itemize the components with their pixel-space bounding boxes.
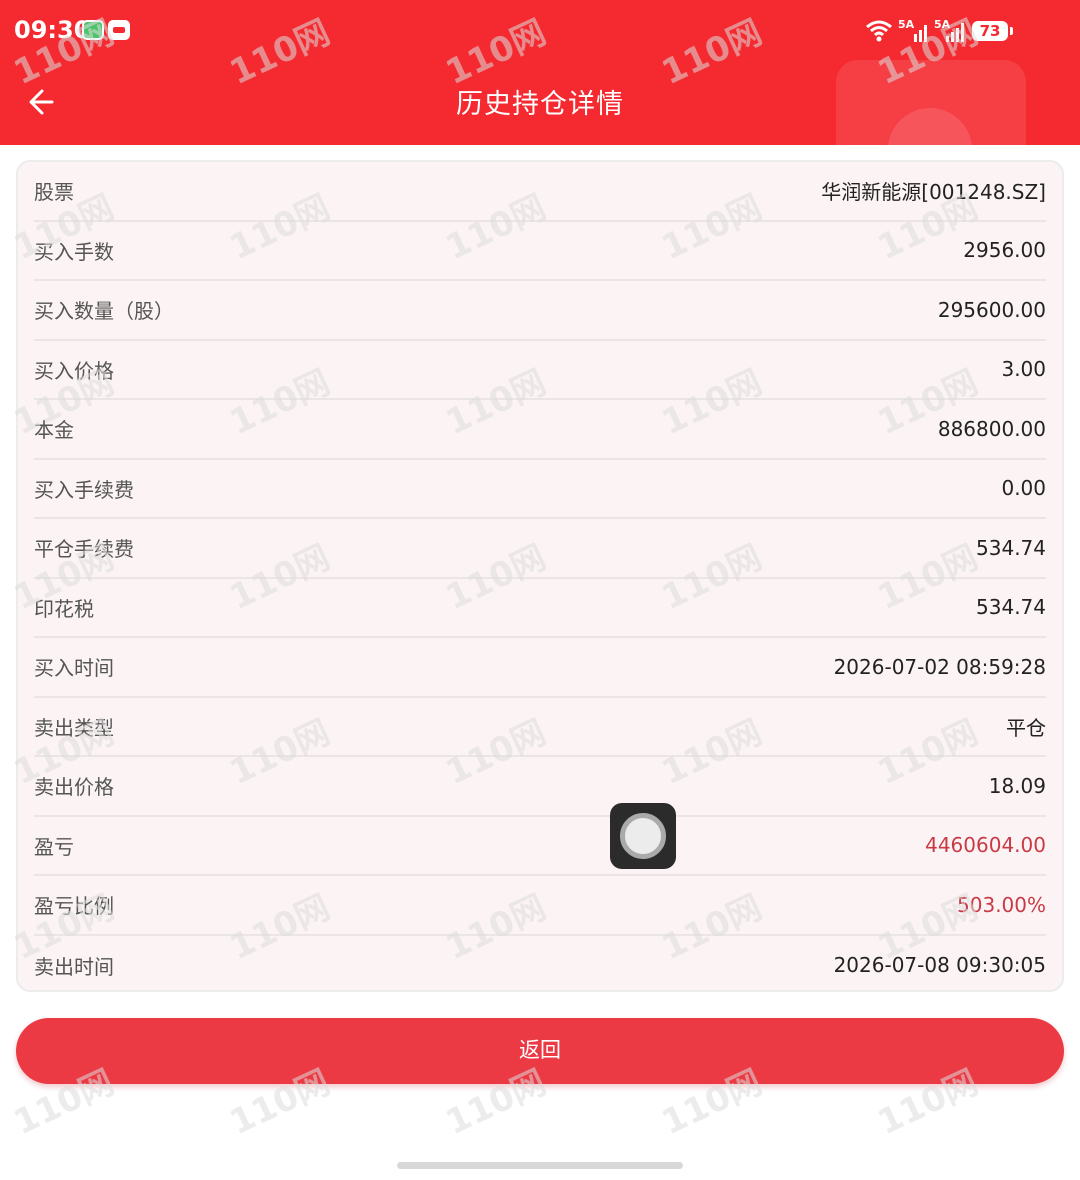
status-bar: 09:30 5A 5A 73 <box>0 0 1080 60</box>
position-detail-card: 股票 华润新能源[001248.SZ] 买入手数 2956.00 买入数量（股）… <box>16 160 1064 992</box>
row-value: 平仓 <box>1006 715 1046 740</box>
row-value: 534.74 <box>976 535 1046 560</box>
row-label: 卖出时间 <box>34 954 114 979</box>
row-label: 盈亏 <box>34 834 74 859</box>
row-value: 18.09 <box>988 773 1046 798</box>
page-title: 历史持仓详情 <box>456 89 624 120</box>
row-label: 卖出价格 <box>34 775 114 800</box>
row-value: 2026-07-02 08:59:28 <box>833 654 1046 679</box>
detail-row-buy-time: 买入时间 2026-07-02 08:59:28 <box>34 638 1046 698</box>
row-value: 华润新能源[001248.SZ] <box>821 180 1046 205</box>
row-label: 平仓手续费 <box>34 537 134 562</box>
row-label: 本金 <box>34 418 74 443</box>
detail-row-profit-loss-ratio: 盈亏比例 503.00% <box>34 876 1046 936</box>
detail-row-buy-lots: 买入手数 2956.00 <box>34 222 1046 281</box>
message-notification-icon <box>108 20 130 40</box>
wechat-notification-icon <box>82 20 104 40</box>
battery-icon: 73 <box>972 21 1013 41</box>
detail-row-profit-loss: 盈亏 4460604.00 <box>34 817 1046 876</box>
row-value: 2956.00 <box>963 238 1046 263</box>
row-label: 印花税 <box>34 596 94 621</box>
signal-strength-icon <box>914 25 927 42</box>
row-label: 卖出类型 <box>34 715 114 740</box>
detail-row-stamp-tax: 印花税 534.74 <box>34 579 1046 638</box>
row-label: 买入数量（股） <box>34 299 174 324</box>
assistive-touch-button[interactable] <box>610 803 676 869</box>
profit-loss-value: 4460604.00 <box>925 833 1046 858</box>
detail-row-sell-type: 卖出类型 平仓 <box>34 698 1046 757</box>
row-label: 股票 <box>34 180 74 205</box>
row-value: 2026-07-08 09:30:05 <box>833 953 1046 978</box>
row-value: 0.00 <box>1001 476 1046 501</box>
row-label: 买入手数 <box>34 239 114 264</box>
row-value: 886800.00 <box>937 416 1046 441</box>
detail-row-stock: 股票 华润新能源[001248.SZ] <box>34 162 1046 222</box>
detail-row-sell-time: 卖出时间 2026-07-08 09:30:05 <box>34 936 1046 996</box>
signal-strength-icon <box>946 23 964 42</box>
row-value: 3.00 <box>1001 357 1046 382</box>
detail-row-buy-fee: 买入手续费 0.00 <box>34 460 1046 519</box>
wifi-icon <box>866 20 892 42</box>
row-label: 买入时间 <box>34 656 114 681</box>
row-label: 盈亏比例 <box>34 894 114 919</box>
row-label: 买入手续费 <box>34 477 134 502</box>
detail-row-close-fee: 平仓手续费 534.74 <box>34 519 1046 579</box>
detail-row-principal: 本金 886800.00 <box>34 400 1046 460</box>
detail-row-buy-price: 买入价格 3.00 <box>34 341 1046 400</box>
home-indicator[interactable] <box>397 1162 683 1169</box>
profit-loss-ratio-value: 503.00% <box>957 892 1046 917</box>
detail-row-buy-shares: 买入数量（股） 295600.00 <box>34 281 1046 341</box>
status-time: 09:30 <box>14 16 91 44</box>
row-value: 295600.00 <box>937 297 1046 322</box>
detail-row-sell-price: 卖出价格 18.09 <box>34 757 1046 817</box>
app-header: 09:30 5A 5A 73 历史持仓详情 <box>0 0 1080 145</box>
row-label: 买入价格 <box>34 358 114 383</box>
row-value: 534.74 <box>976 595 1046 620</box>
return-button[interactable]: 返回 <box>16 1018 1064 1084</box>
